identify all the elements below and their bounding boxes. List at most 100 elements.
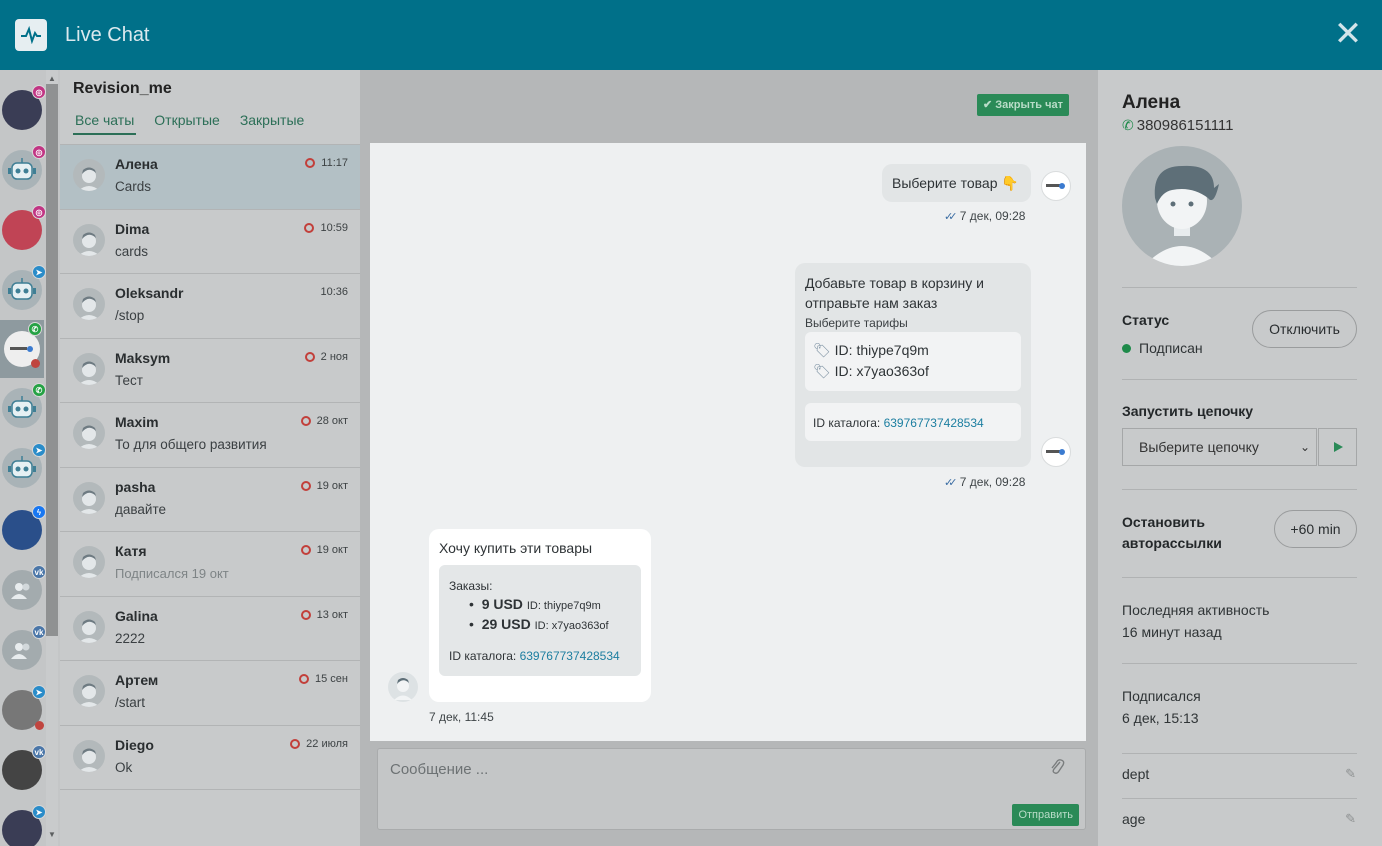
channel-item-whatsapp[interactable]: ✆	[2, 383, 46, 428]
status-dot-icon	[1122, 344, 1131, 353]
chat-time: 10:59	[304, 222, 348, 234]
tab-all-chats[interactable]: Все чаты	[73, 110, 137, 135]
chat-list-item[interactable]: Oleksandr/stop 10:36	[60, 274, 360, 339]
attach-paperclip-icon[interactable]	[1049, 757, 1065, 779]
live-chat-app: Live Chat ✕ ▲ ▼ ◎ ◎ ◎ ➤ ✆ ✆ ➤ ϟ vk vk ➤ vk ➤ Revisio…	[0, 0, 1382, 846]
unread-indicator-icon	[304, 222, 315, 233]
chat-last-message: давайте	[115, 501, 166, 517]
avatar	[73, 223, 105, 256]
message-text: Выберите товар 👇	[892, 175, 1019, 191]
instagram-icon: ◎	[32, 85, 46, 99]
message-timestamp: ✓✓ 7 дек, 09:28	[944, 209, 1026, 223]
read-check-icon: ✓✓	[944, 477, 958, 489]
scroll-down-arrow-icon[interactable]: ▼	[46, 828, 58, 842]
channel-item-instagram[interactable]: ◎	[2, 205, 46, 250]
pause-60-min-button[interactable]: +60 min	[1274, 510, 1357, 548]
channel-item-messenger[interactable]: ϟ	[2, 505, 46, 550]
avatar	[73, 417, 105, 449]
unsubscribe-button[interactable]: Отключить	[1252, 310, 1357, 348]
bot-avatar	[1041, 171, 1071, 201]
rail-scroll-thumb[interactable]	[46, 84, 58, 636]
chat-list-item[interactable]: Diego Ok 22 июля	[60, 726, 360, 790]
unread-dot-icon	[35, 721, 44, 730]
channel-item-vk[interactable]: vk	[2, 745, 46, 790]
chat-time: 2 ноя	[304, 351, 348, 363]
message-bubble-user: Хочу купить эти товары Заказы: • 9 USD I…	[429, 529, 651, 702]
avatar	[73, 610, 105, 643]
chat-list-item[interactable]: Алена Cards 11:17	[60, 145, 360, 210]
close-icon[interactable]: ✕	[1332, 17, 1364, 51]
unread-indicator-icon	[299, 674, 310, 684]
tariff-item[interactable]: 🏷 ID: x7yao363of	[813, 363, 929, 380]
tab-open[interactable]: Открытые	[152, 110, 222, 135]
channel-item-vk[interactable]: vk	[2, 625, 46, 670]
contact-phone: ✆ 380986151111	[1122, 117, 1234, 134]
scroll-up-arrow-icon[interactable]: ▲	[46, 72, 58, 86]
avatar	[73, 288, 105, 320]
bot-avatar	[1041, 437, 1071, 467]
channel-item-telegram[interactable]: ➤	[2, 685, 46, 730]
avatar	[73, 352, 105, 385]
divider	[1122, 663, 1357, 664]
divider	[1122, 753, 1357, 754]
chat-list-item[interactable]: Катя Подписался 19 окт 19 окт	[60, 532, 360, 597]
tab-closed[interactable]: Закрытые	[238, 110, 306, 135]
avatar	[73, 675, 105, 707]
custom-field-age: age	[1122, 811, 1146, 827]
channel-item-instagram[interactable]: ◎	[2, 145, 46, 190]
edit-pencil-icon[interactable]: ✎	[1345, 811, 1356, 827]
channel-rail: ▲ ▼ ◎ ◎ ◎ ➤ ✆ ✆ ➤ ϟ vk vk ➤ vk ➤	[0, 70, 60, 846]
close-chat-button[interactable]: ✔ Закрыть чат	[977, 94, 1069, 116]
chat-list-item[interactable]: pasha давайте 19 окт	[60, 468, 360, 532]
send-button[interactable]: Отправить	[1012, 804, 1079, 826]
order-item: • 9 USD ID: thiype7q9m	[469, 596, 601, 612]
order-item: • 29 USD ID: x7yao363of	[469, 616, 609, 632]
chain-label: Запустить цепочку	[1122, 403, 1254, 419]
chat-time: 10:36	[320, 286, 348, 298]
chat-last-message: 2222	[115, 630, 146, 646]
channel-item-telegram[interactable]: ➤	[2, 805, 46, 846]
vk-icon: vk	[32, 625, 46, 639]
chat-last-message: Подписался 19 окт	[115, 566, 229, 581]
chat-last-message: То для общего развития	[115, 437, 267, 452]
tariff-item[interactable]: 🏷 ID: thiype7q9m	[813, 342, 929, 359]
chat-time: 28 окт	[300, 415, 348, 427]
channel-item-telegram[interactable]: ➤	[2, 443, 46, 488]
chat-name: Oleksandr	[115, 285, 184, 301]
chat-name: Dima	[115, 220, 150, 237]
message-text: Хочу купить эти товары	[439, 540, 593, 556]
catalog-label: ID каталога:	[449, 649, 517, 663]
channel-item-vk[interactable]: vk	[2, 565, 46, 610]
edit-pencil-icon[interactable]: ✎	[1345, 766, 1356, 782]
message-input-placeholder[interactable]: Сообщение ...	[390, 761, 488, 778]
chat-list-item[interactable]: Dima cards 10:59	[60, 210, 360, 274]
catalog-link[interactable]: 639767737428534	[884, 416, 984, 430]
channel-item-instagram[interactable]: ◎	[2, 85, 46, 130]
app-title: Live Chat	[65, 23, 150, 46]
chain-select[interactable]: Выберите цепочку ⌄	[1122, 428, 1317, 466]
unread-indicator-icon	[305, 158, 316, 168]
telegram-icon: ➤	[32, 265, 46, 279]
channel-item-whatsapp[interactable]: ✆	[0, 320, 44, 378]
chat-list-item[interactable]: Maxim То для общего развития 28 окт	[60, 403, 360, 468]
contact-name: Алена	[1122, 92, 1181, 113]
chat-list-item[interactable]: Galina 2222 13 окт	[60, 597, 360, 661]
subscribed-value: 6 дек, 15:13	[1122, 710, 1199, 726]
chat-name: Алена	[115, 156, 158, 172]
unread-indicator-icon	[300, 416, 311, 426]
chat-list-item[interactable]: Maksym Тест 2 ноя	[60, 339, 360, 403]
run-chain-button[interactable]	[1318, 428, 1357, 466]
chat-list-item[interactable]: Артем/start 15 сен	[60, 661, 360, 726]
unread-indicator-icon	[300, 545, 311, 555]
unread-indicator-icon	[300, 480, 311, 491]
message-text: Добавьте товар в корзину и отправьте нам…	[805, 275, 984, 311]
divider	[1122, 577, 1357, 578]
message-composer[interactable]: Сообщение ... Отправить	[377, 748, 1086, 830]
chat-name: Катя	[115, 543, 147, 559]
whatsapp-icon: ✆	[28, 322, 42, 336]
user-avatar	[388, 672, 418, 702]
catalog-link[interactable]: 639767737428534	[520, 649, 620, 663]
channel-item-telegram[interactable]: ➤	[2, 265, 46, 310]
status-label: Статус	[1122, 312, 1170, 328]
avatar	[73, 481, 105, 514]
